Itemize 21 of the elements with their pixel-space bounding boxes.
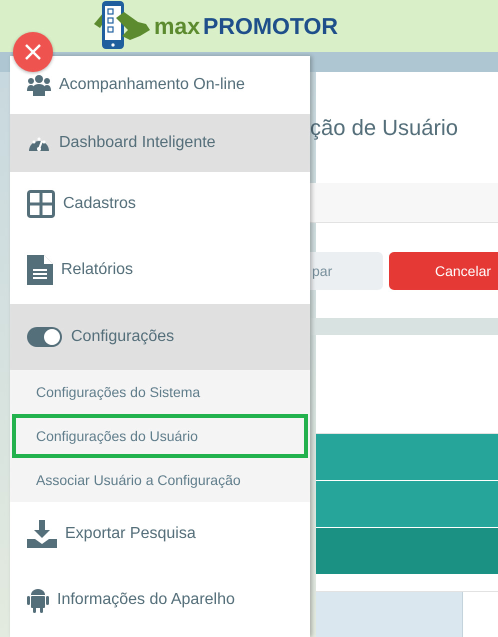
document-icon (27, 254, 53, 284)
submenu-item[interactable]: Configurações do Usuário (12, 414, 308, 458)
submenu-item[interactable]: Configurações do Sistema (12, 370, 308, 414)
menu-item[interactable]: Acompanhamento On-line (10, 56, 310, 114)
toggle-icon (27, 326, 63, 348)
android-icon (27, 587, 49, 613)
grid-icon (27, 190, 55, 218)
menu-item[interactable]: Exportar Pesquisa (10, 502, 310, 565)
menu-item[interactable]: Configurações (10, 304, 310, 370)
logo-text: maxPROMOTOR (154, 13, 338, 41)
download-icon (27, 520, 57, 548)
menu-item[interactable]: Dashboard Inteligente (10, 114, 310, 172)
page-title: ção de Usuário (310, 114, 458, 140)
menu-item[interactable]: Cadastros (10, 172, 310, 235)
menu-item[interactable]: Informações do Aparelho (10, 565, 310, 635)
people-icon (27, 74, 51, 96)
cancel-button[interactable]: Cancelar (389, 252, 498, 290)
close-icon (24, 43, 42, 61)
clear-button[interactable]: par (310, 252, 383, 290)
menu-item[interactable]: Relatórios (10, 235, 310, 304)
submenu-item[interactable]: Associar Usuário a Configuração (12, 458, 308, 502)
